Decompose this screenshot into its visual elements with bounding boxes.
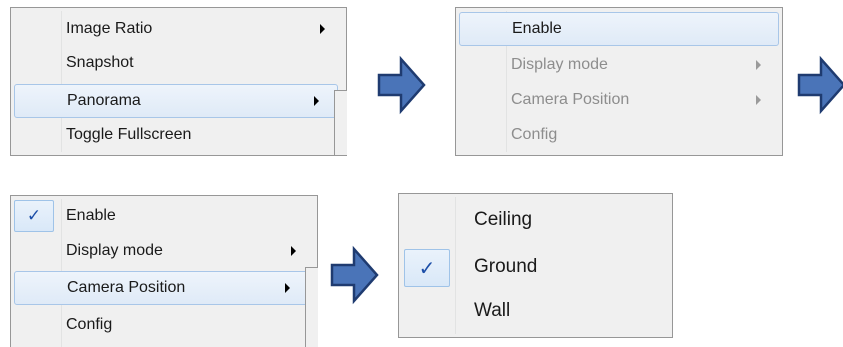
menu-item-image-ratio[interactable]: Image Ratio xyxy=(14,12,343,46)
chevron-right-icon xyxy=(314,96,319,106)
chevron-right-icon xyxy=(320,24,325,34)
menu-item-label: Enable xyxy=(66,207,116,224)
right-arrow-icon xyxy=(797,55,843,115)
menu-item-label: Ceiling xyxy=(474,209,533,230)
menu-item-label: Config xyxy=(511,126,558,143)
menu-item-toggle-fullscreen[interactable]: Toggle Fullscreen xyxy=(14,118,343,152)
menu-item-label: Display mode xyxy=(66,242,163,259)
chevron-right-icon xyxy=(285,283,290,293)
menu-item-label: Wall xyxy=(474,300,511,321)
menu-item-label: Image Ratio xyxy=(66,20,153,37)
menu-item-label: Snapshot xyxy=(66,54,134,71)
menu-item-enable[interactable]: Enable xyxy=(459,12,779,46)
menu-item-snapshot[interactable]: Snapshot xyxy=(14,46,343,80)
menu-item-label: Enable xyxy=(512,20,562,37)
menu-item-label: Display mode xyxy=(511,56,608,73)
menu-item-ceiling[interactable]: Ceiling xyxy=(402,200,669,240)
menu-item-wall[interactable]: Wall xyxy=(402,291,669,331)
right-arrow-icon xyxy=(330,245,379,305)
submenu-edge xyxy=(334,90,347,156)
chevron-right-icon xyxy=(756,95,761,105)
chevron-right-icon xyxy=(756,60,761,70)
context-menu-main: Image Ratio Snapshot Panorama Toggle Ful… xyxy=(10,7,347,156)
menu-item-ground[interactable]: Ground xyxy=(402,247,669,287)
context-menu-panorama-enabled: ✓ Enable Display mode Camera Position Co… xyxy=(10,195,318,347)
menu-item-display-mode[interactable]: Display mode xyxy=(14,234,314,268)
chevron-right-icon xyxy=(291,246,296,256)
context-menu-camera-position: ✓ Ceiling Ground Wall xyxy=(398,193,673,338)
menu-item-label: Toggle Fullscreen xyxy=(66,126,192,143)
submenu-edge xyxy=(305,267,318,347)
menu-item-camera-position: Camera Position xyxy=(459,83,779,117)
menu-item-config: Config xyxy=(459,118,779,152)
menu-item-display-mode: Display mode xyxy=(459,48,779,82)
menu-item-enable[interactable]: Enable xyxy=(14,200,314,232)
menu-item-camera-position[interactable]: Camera Position xyxy=(14,271,309,305)
right-arrow-icon xyxy=(377,55,426,115)
menu-item-label: Ground xyxy=(474,256,538,277)
menu-item-label: Camera Position xyxy=(511,91,630,108)
menu-item-config[interactable]: Config xyxy=(14,308,314,342)
menu-item-panorama[interactable]: Panorama xyxy=(14,84,338,118)
menu-item-label: Config xyxy=(66,316,113,333)
context-menu-panorama: Enable Display mode Camera Position Conf… xyxy=(455,7,783,156)
menu-item-label: Panorama xyxy=(67,92,141,109)
menu-item-label: Camera Position xyxy=(67,279,186,296)
